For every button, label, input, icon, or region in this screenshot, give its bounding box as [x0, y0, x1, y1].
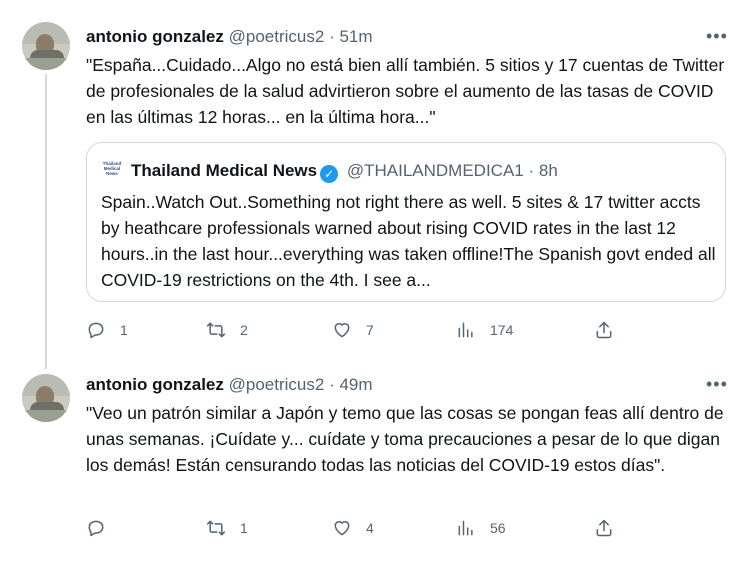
- like-count: 7: [366, 322, 374, 338]
- author-handle[interactable]: @poetricus2: [229, 375, 325, 394]
- quote-text: Spain..Watch Out..Something not right th…: [101, 192, 716, 290]
- tweet-actions: 1 4 56: [86, 516, 726, 540]
- tweet-header: antonio gonzalez @poetricus2 · 51m: [86, 26, 373, 48]
- quoted-tweet[interactable]: Thailand Medical News Thailand Medical N…: [86, 142, 726, 302]
- quote-author-name: Thailand Medical News: [131, 161, 318, 180]
- like-button[interactable]: 7: [332, 318, 374, 342]
- tweet-text: "Veo un patrón similar a Japón y temo qu…: [86, 403, 724, 475]
- share-icon: [596, 321, 612, 339]
- tweet-text: "España...Cuidado...Algo no está bien al…: [86, 55, 725, 127]
- more-horizontal-icon[interactable]: •••: [706, 374, 728, 395]
- views-count: 174: [490, 322, 514, 338]
- reply-button[interactable]: 1: [86, 318, 128, 342]
- retweet-count: 1: [240, 520, 248, 536]
- author-name[interactable]: antonio gonzalez: [86, 375, 224, 394]
- avatar[interactable]: [22, 374, 70, 422]
- retweet-button[interactable]: 2: [206, 318, 248, 342]
- separator-dot: ·: [329, 375, 335, 394]
- views-chart-icon: [458, 322, 473, 338]
- more-horizontal-icon[interactable]: •••: [706, 26, 728, 47]
- reply-count: 1: [120, 322, 128, 338]
- retweet-icon: [206, 322, 226, 338]
- quote-header: Thailand Medical News ✓ @THAILANDMEDICA1 …: [131, 159, 558, 183]
- retweet-count: 2: [240, 322, 248, 338]
- tweet-actions: 1 2 7 174: [86, 318, 726, 342]
- share-button[interactable]: [594, 516, 614, 540]
- retweet-icon: [206, 520, 226, 536]
- verified-badge-icon: ✓: [320, 165, 339, 183]
- author-name[interactable]: antonio gonzalez: [86, 27, 224, 46]
- views-chart-icon: [458, 520, 473, 536]
- separator-dot: ·: [329, 27, 335, 46]
- thread-connector-line: [45, 74, 47, 369]
- retweet-button[interactable]: 1: [206, 516, 248, 540]
- heart-icon: [334, 323, 350, 338]
- avatar[interactable]: [22, 22, 70, 70]
- share-icon: [596, 519, 612, 537]
- views-count: 56: [490, 520, 506, 536]
- tweet-time[interactable]: 51m: [339, 27, 372, 46]
- heart-icon: [334, 521, 350, 536]
- reply-button[interactable]: [86, 516, 120, 540]
- like-count: 4: [366, 520, 374, 536]
- views-button[interactable]: 56: [456, 516, 506, 540]
- views-button[interactable]: 174: [456, 318, 513, 342]
- like-button[interactable]: 4: [332, 516, 374, 540]
- separator-dot: ·: [528, 161, 535, 180]
- tweet-header: antonio gonzalez @poetricus2 · 49m: [86, 374, 373, 396]
- quote-time: 8h: [538, 161, 558, 180]
- author-handle[interactable]: @poetricus2: [229, 27, 325, 46]
- quote-author-handle: @THAILANDMEDICA1: [346, 161, 524, 180]
- share-button[interactable]: [594, 318, 614, 342]
- reply-icon: [88, 520, 104, 537]
- quote-avatar: Thailand Medical News: [102, 161, 122, 176]
- tweet-time[interactable]: 49m: [339, 375, 372, 394]
- reply-icon: [88, 322, 104, 339]
